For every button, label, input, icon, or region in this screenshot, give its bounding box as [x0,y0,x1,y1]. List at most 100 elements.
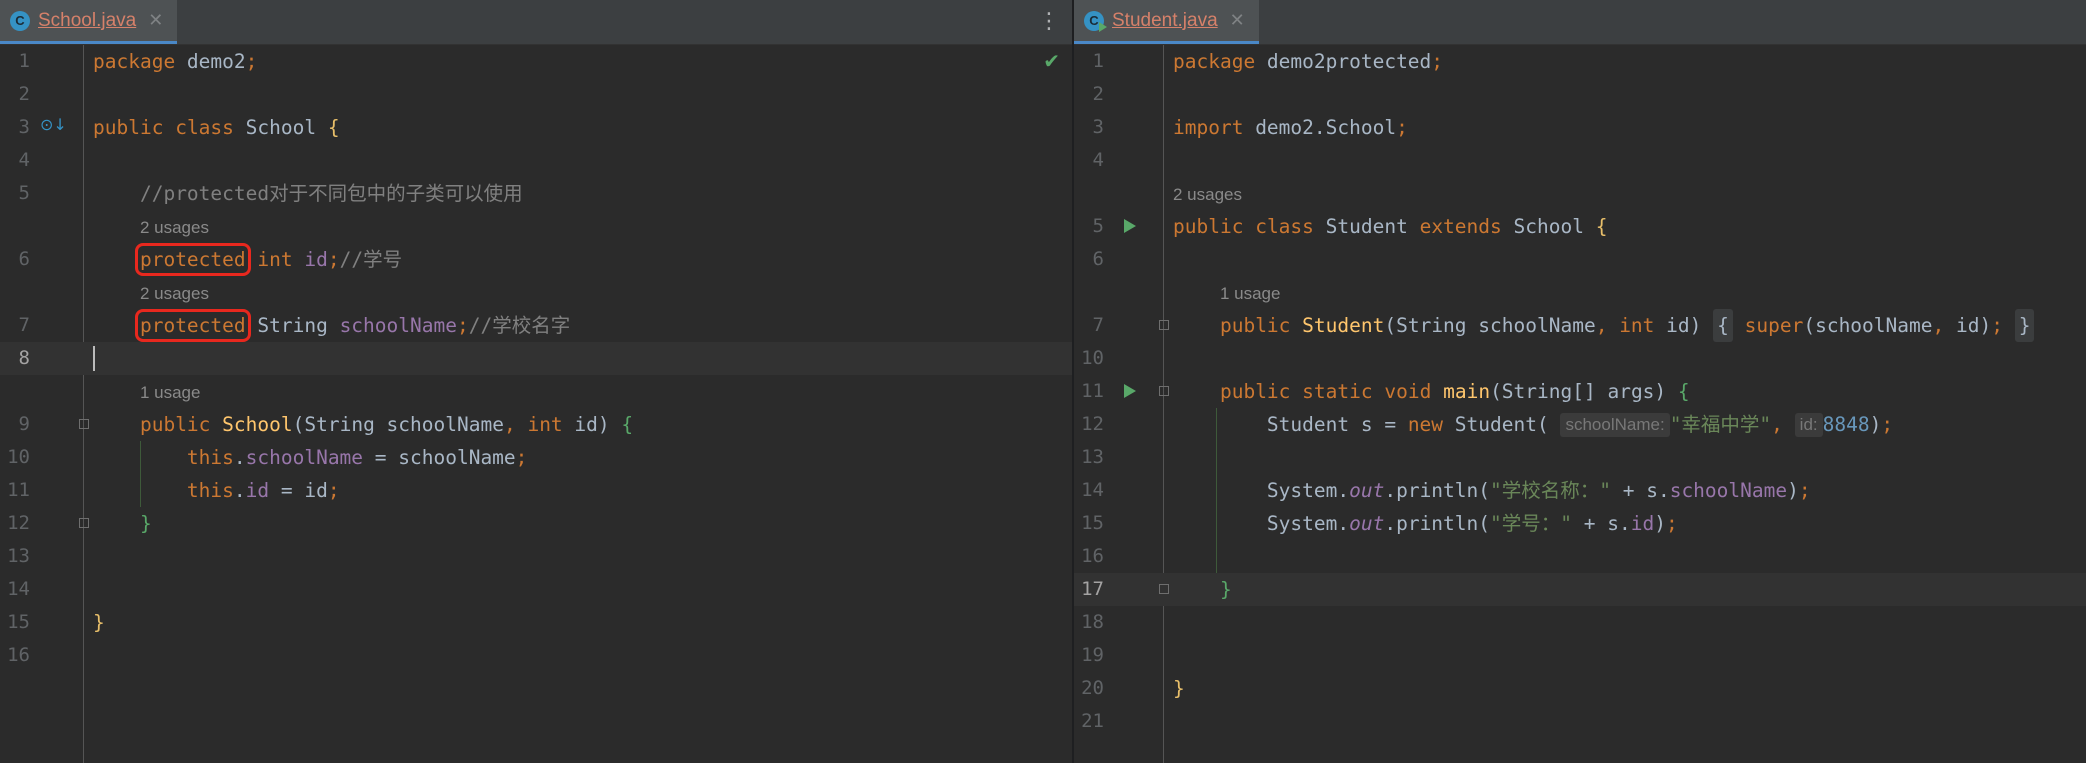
line-number: 12 [7,512,30,534]
fold-icon[interactable] [1159,320,1169,330]
comment: //学校名字 [468,314,571,337]
left-tab-bar: C School.java ✕ ⋮ [0,0,1072,45]
semicolon: ; [245,50,258,73]
run-icon[interactable] [1124,384,1136,398]
left-editor-pane: C School.java ✕ ⋮ ✔ 1 package demo2; 2 3… [0,0,1072,763]
static-field: out [1349,479,1385,502]
right-tab-bar: C Student.java ✕ [1074,0,2086,45]
code-line: 2 [0,78,1072,111]
usage-hint-line: 2 usages [0,210,1072,243]
semicolon: ; [456,314,469,337]
semicolon: ; [1991,314,2003,337]
line-number: 5 [18,182,30,204]
code-line: 9 public School(String schoolName, int i… [0,408,1072,441]
code-line: 14 [0,573,1072,606]
parent-class: School [1501,215,1596,238]
keyword: void [1384,380,1432,403]
semicolon: ; [1431,50,1444,73]
line-number: 10 [7,446,30,468]
keyword: public [93,116,164,139]
code-line: 14 System.out.println("学校名称：" + s.school… [1074,474,2086,507]
line-number: 5 [1092,215,1104,237]
code-text: protected int id;//学号 [93,243,402,276]
params: id) [562,413,622,436]
line-number: 16 [1081,545,1104,567]
usage-hint[interactable]: 1 usage [140,383,201,402]
code-line: 1 package demo2; [0,45,1072,78]
usage-hint[interactable]: 1 usage [1220,284,1281,303]
code-line: 15 System.out.println("学号：" + s.id); [1074,507,2086,540]
keyword: public [1173,215,1244,238]
line-number: 2 [1092,83,1104,105]
close-icon[interactable]: ✕ [148,10,163,31]
code-text: public class Student extends School { [1173,210,1607,243]
keyword: this [186,446,234,469]
folded-brace-open[interactable]: { [1713,309,1733,342]
code-text: import demo2.School; [1173,111,1408,144]
usage-hint[interactable]: 2 usages [140,284,209,303]
line-number: 21 [1081,710,1104,732]
line-number: 15 [7,611,30,633]
method-name: Student [1302,314,1385,337]
line-number: 15 [1081,512,1104,534]
run-icon[interactable] [1124,219,1136,233]
usage-hint[interactable]: 2 usages [140,218,209,237]
code-text: System.out.println("学号：" + s.id); [1173,507,1678,540]
code-line: 5 //protected对于不同包中的子类可以使用 [0,177,1072,210]
line-number: 20 [1081,677,1104,699]
string-literal: "学校名称：" [1490,479,1611,502]
brace: { [1595,215,1608,238]
class-file-icon: C [10,10,30,31]
code-editor-student[interactable]: 1 package demo2protected; 2 3 import dem… [1074,45,2086,763]
operator: + s. [1611,479,1670,502]
code-line: 2 [1074,78,2086,111]
line-number: 4 [1092,149,1104,171]
code-text: this.id = id; [93,474,340,507]
usage-hint[interactable]: 2 usages [1173,185,1242,204]
code-line: 3 import demo2.School; [1074,111,2086,144]
param-hint-schoolname: schoolName: [1560,413,1670,437]
brace: { [621,413,634,436]
implemented-icon[interactable]: ⊙↓ [40,115,67,134]
more-options-icon[interactable]: ⋮ [1038,10,1060,34]
brace: } [93,611,105,634]
line-number: 18 [1081,611,1104,633]
comment: //protected对于不同包中的子类可以使用 [139,182,523,205]
code-line: 3 ⊙↓ public class School { [0,111,1072,144]
folded-brace-close[interactable]: } [2014,309,2035,342]
keyword: static [1302,380,1373,403]
line-number: 6 [18,248,30,270]
tab-student-java[interactable]: C Student.java ✕ [1074,0,1259,44]
code-line: 16 [1074,540,2086,573]
line-number: 1 [18,50,30,72]
keyword: class [1255,215,1314,238]
fold-icon[interactable] [79,419,89,429]
tab-school-java[interactable]: C School.java ✕ [0,0,178,44]
brace: } [1219,578,1232,601]
package-name: demo2 [175,50,246,73]
brace: { [1677,380,1690,403]
right-editor-pane: C Student.java ✕ 1 package demo2protecte… [1074,0,2086,763]
number-literal: 8848 [1822,413,1870,436]
code-editor-school[interactable]: ✔ 1 package demo2; 2 3 ⊙↓ public class S… [0,45,1072,763]
keyword: public [1219,314,1291,337]
code-line: 7 protected String schoolName;//学校名字 [0,309,1072,342]
params: (String schoolName [292,413,504,436]
brace: } [1173,677,1185,700]
semicolon: ; [327,248,340,271]
code-line: 11 public static void main(String[] args… [1074,375,2086,408]
fold-icon[interactable] [79,518,89,528]
keyword: super [1744,314,1804,337]
keyword: public [1219,380,1291,403]
method-name: School [222,413,293,436]
tab-label: Student.java [1112,9,1218,31]
package-name: demo2protected [1255,50,1432,73]
keyword: int [257,248,293,271]
fold-icon[interactable] [1159,584,1169,594]
fold-icon[interactable] [1159,386,1169,396]
line-number: 12 [1081,413,1104,435]
comma: , [1771,413,1783,436]
code-text: } [93,606,105,639]
code-line: 4 [1074,144,2086,177]
close-icon[interactable]: ✕ [1230,10,1245,31]
